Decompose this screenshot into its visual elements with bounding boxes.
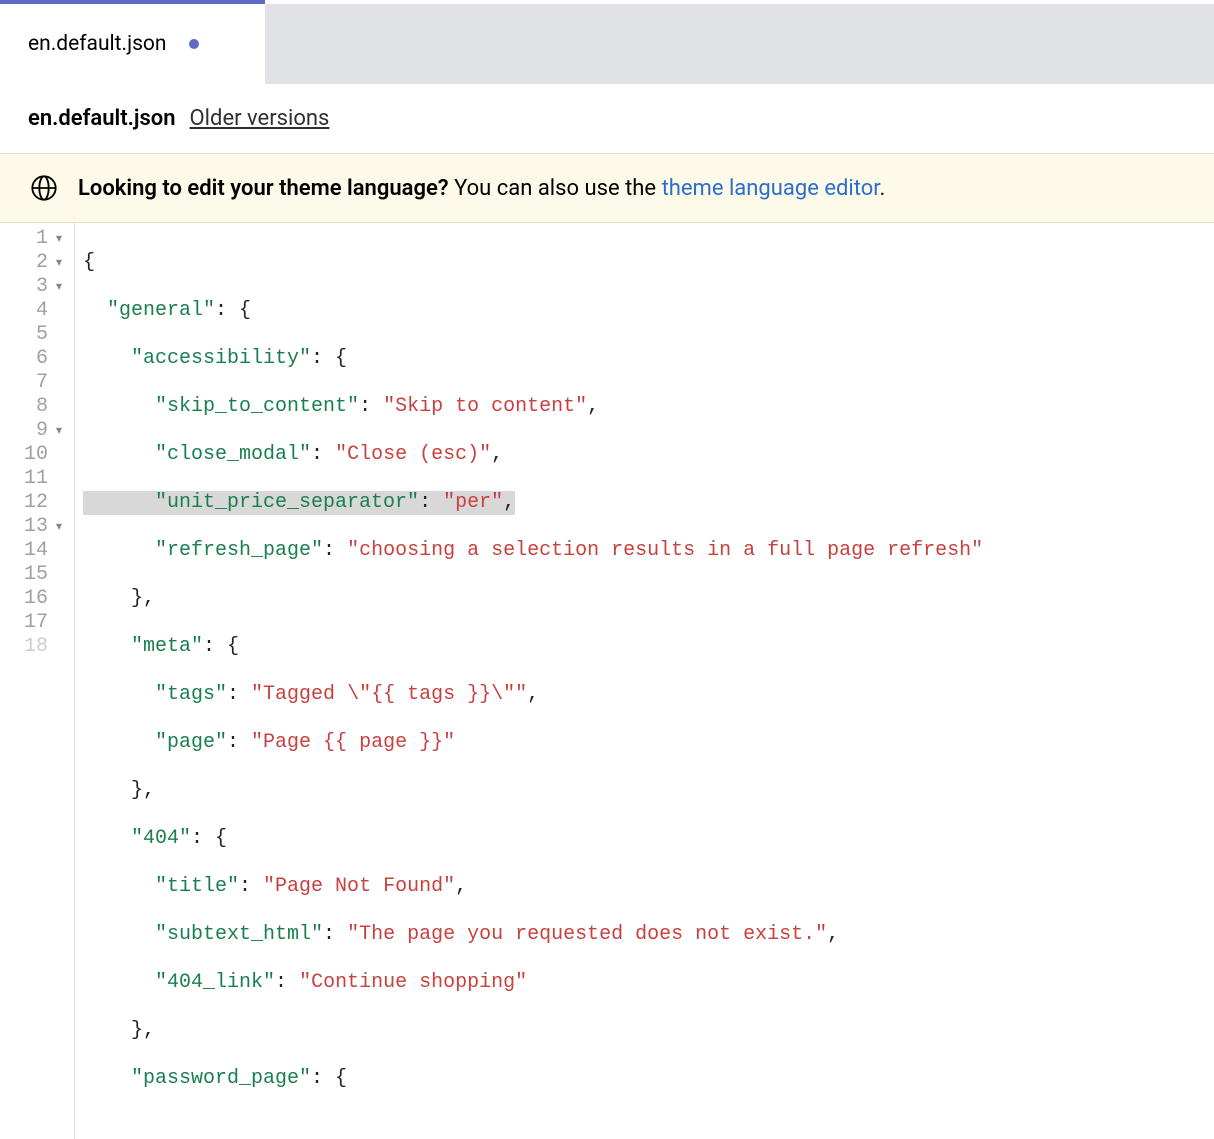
gutter-line[interactable]: 1▾ (0, 227, 70, 251)
code-line[interactable]: "password_page": { (83, 1067, 1214, 1091)
modified-indicator-icon (189, 39, 199, 49)
code-line[interactable]: }, (83, 1019, 1214, 1043)
editor-gutter: 1▾ 2▾ 3▾ 4 5 6 7 8 9▾ 10 11 12 13▾ 14 15… (0, 223, 75, 1139)
tab-bar: en.default.json (0, 4, 1214, 84)
code-editor[interactable]: 1▾ 2▾ 3▾ 4 5 6 7 8 9▾ 10 11 12 13▾ 14 15… (0, 223, 1214, 1139)
code-line[interactable]: }, (83, 779, 1214, 803)
fold-icon[interactable]: ▾ (50, 227, 68, 251)
fold-icon[interactable]: ▾ (50, 251, 68, 275)
file-tab-label: en.default.json (28, 32, 167, 56)
theme-language-editor-link[interactable]: theme language editor (662, 176, 880, 201)
gutter-line[interactable]: 12 (0, 491, 70, 515)
file-header: en.default.json Older versions (0, 84, 1214, 153)
code-line[interactable]: "general": { (83, 299, 1214, 323)
notice-rest: You can also use the (449, 176, 662, 201)
code-line[interactable]: "tags": "Tagged \"{{ tags }}\"", (83, 683, 1214, 707)
globe-icon (30, 174, 58, 202)
gutter-line[interactable]: 2▾ (0, 251, 70, 275)
gutter-line[interactable]: 7 (0, 371, 70, 395)
gutter-line[interactable]: 4 (0, 299, 70, 323)
code-area[interactable]: { "general": { "accessibility": { "skip_… (75, 223, 1214, 1139)
older-versions-link[interactable]: Older versions (190, 106, 330, 131)
gutter-line[interactable]: 9▾ (0, 419, 70, 443)
file-name: en.default.json (28, 106, 176, 131)
code-line[interactable]: "title": "Page Not Found", (83, 875, 1214, 899)
gutter-line[interactable]: 6 (0, 347, 70, 371)
notice-bold: Looking to edit your theme language? (78, 176, 449, 201)
code-line[interactable]: "404_link": "Continue shopping" (83, 971, 1214, 995)
file-tab[interactable]: en.default.json (0, 4, 265, 84)
gutter-line[interactable]: 14 (0, 539, 70, 563)
gutter-line[interactable]: 5 (0, 323, 70, 347)
code-line[interactable]: "subtext_html": "The page you requested … (83, 923, 1214, 947)
fold-icon[interactable]: ▾ (50, 419, 68, 443)
fold-icon[interactable]: ▾ (50, 275, 68, 299)
code-line[interactable]: "page": "Page {{ page }}" (83, 731, 1214, 755)
gutter-line[interactable]: 3▾ (0, 275, 70, 299)
notice-bar: Looking to edit your theme language? You… (0, 153, 1214, 223)
fold-icon[interactable]: ▾ (50, 515, 68, 539)
code-line[interactable]: }, (83, 587, 1214, 611)
gutter-line[interactable]: 16 (0, 587, 70, 611)
code-line[interactable]: "unit_price_separator": "per", (83, 491, 1214, 515)
code-line[interactable]: "meta": { (83, 635, 1214, 659)
gutter-line[interactable]: 17 (0, 611, 70, 635)
gutter-line[interactable]: 10 (0, 443, 70, 467)
code-line[interactable]: "accessibility": { (83, 347, 1214, 371)
code-line[interactable]: "404": { (83, 827, 1214, 851)
code-line[interactable]: { (83, 251, 1214, 275)
gutter-line[interactable]: 13▾ (0, 515, 70, 539)
notice-text: Looking to edit your theme language? You… (78, 176, 885, 201)
gutter-line[interactable]: 11 (0, 467, 70, 491)
gutter-line[interactable]: 15 (0, 563, 70, 587)
notice-period: . (879, 176, 885, 201)
code-line[interactable]: "refresh_page": "choosing a selection re… (83, 539, 1214, 563)
code-line[interactable]: "close_modal": "Close (esc)", (83, 443, 1214, 467)
code-line[interactable]: "skip_to_content": "Skip to content", (83, 395, 1214, 419)
gutter-line[interactable]: 18 (0, 635, 70, 659)
gutter-line[interactable]: 8 (0, 395, 70, 419)
